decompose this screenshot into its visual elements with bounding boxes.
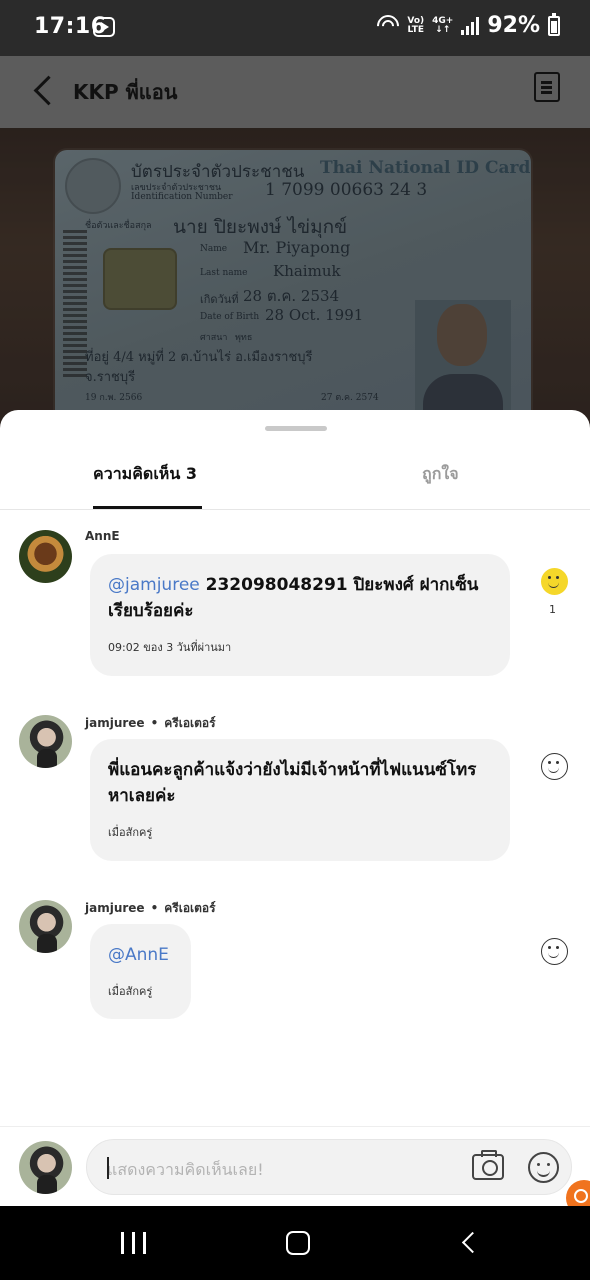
home-icon[interactable] <box>286 1231 310 1255</box>
recent-apps-icon[interactable] <box>121 1232 147 1254</box>
active-tab-indicator <box>93 506 202 509</box>
comment-timestamp: เมื่อสักครู่ <box>108 826 153 839</box>
comment-text: @AnnE <box>108 942 173 968</box>
comment-username[interactable]: jamjuree <box>85 716 145 730</box>
status-bar: 17:16 Vo) LTE 4G+ ↓↑ 92% <box>0 0 590 56</box>
comment-tabs: ความคิดเห็น 3 ถูกใจ <box>0 446 590 510</box>
creator-badge: ครีเอเตอร์ <box>164 901 216 915</box>
separator-dot: • <box>150 901 159 915</box>
comment-bubble[interactable]: @AnnE เมื่อสักครู่ <box>90 924 191 1019</box>
smile-icon[interactable] <box>541 568 568 595</box>
volte-indicator: Vo) LTE <box>407 15 425 35</box>
app-header: KKP พี่แอน <box>0 56 590 128</box>
comments-sheet: ความคิดเห็น 3 ถูกใจ AnnE @jamjuree 23209… <box>0 410 590 1206</box>
network-type: 4G+ ↓↑ <box>432 15 454 35</box>
page-title: KKP พี่แอน <box>73 80 178 104</box>
mention-link[interactable]: @jamjuree <box>108 575 200 595</box>
image-dim-overlay <box>0 128 590 428</box>
text-cursor <box>107 1157 109 1179</box>
comment-text: @jamjuree 232098048291 ปิยะพงศ์ ฝากเซ็นเ… <box>108 575 479 621</box>
smile-icon[interactable] <box>541 938 568 965</box>
camera-icon[interactable] <box>472 1150 504 1180</box>
document-icon[interactable] <box>534 72 560 102</box>
signal-icon <box>461 16 480 35</box>
comment-username-row: jamjuree • ครีเอเตอร์ <box>85 714 216 733</box>
comment-username[interactable]: jamjuree <box>85 901 145 915</box>
system-navigation-bar <box>0 1206 590 1280</box>
drag-handle[interactable] <box>265 426 327 431</box>
emoji-icon[interactable] <box>528 1152 559 1183</box>
comment-bubble[interactable]: พี่แอนคะลูกค้าแจ้งว่ายังไม่มีเจ้าหน้าที่… <box>90 739 510 861</box>
post-image[interactable]: บัตรประจำตัวประชาชน Thai National ID Car… <box>0 128 590 428</box>
back-arrow-icon[interactable] <box>30 72 60 110</box>
mention-link[interactable]: @AnnE <box>108 945 169 965</box>
system-back-icon[interactable] <box>460 1232 476 1254</box>
comment-input-placeholder: แสดงความคิดเห็นเลย! <box>107 1160 264 1179</box>
like-count: 1 <box>549 603 556 616</box>
status-icons: Vo) LTE 4G+ ↓↑ 92% <box>372 9 560 42</box>
youtube-notification-icon <box>93 17 115 37</box>
avatar <box>19 1141 72 1194</box>
battery-percent: 92% <box>487 13 540 38</box>
smile-icon[interactable] <box>541 753 568 780</box>
comment-text: พี่แอนคะลูกค้าแจ้งว่ายังไม่มีเจ้าหน้าที่… <box>108 760 477 806</box>
tab-likes[interactable]: ถูกใจ <box>422 462 459 487</box>
comment-input[interactable]: แสดงความคิดเห็นเลย! <box>86 1139 572 1195</box>
hotspot-icon <box>372 9 404 42</box>
avatar[interactable] <box>19 900 72 953</box>
avatar[interactable] <box>19 715 72 768</box>
creator-badge: ครีเอเตอร์ <box>164 716 216 730</box>
comment-timestamp: เมื่อสักครู่ <box>108 985 153 998</box>
separator-dot: • <box>150 716 159 730</box>
comment-username[interactable]: AnnE <box>85 529 120 543</box>
comment-username-row: jamjuree • ครีเอเตอร์ <box>85 899 216 918</box>
comment-bubble[interactable]: @jamjuree 232098048291 ปิยะพงศ์ ฝากเซ็นเ… <box>90 554 510 676</box>
tab-comments[interactable]: ความคิดเห็น 3 <box>93 462 197 487</box>
avatar[interactable] <box>19 530 72 583</box>
battery-charging-icon <box>548 12 560 36</box>
comment-input-bar: แสดงความคิดเห็นเลย! <box>0 1126 590 1206</box>
comment-timestamp: 09:02 ของ 3 วันที่ผ่านมา <box>108 641 232 654</box>
